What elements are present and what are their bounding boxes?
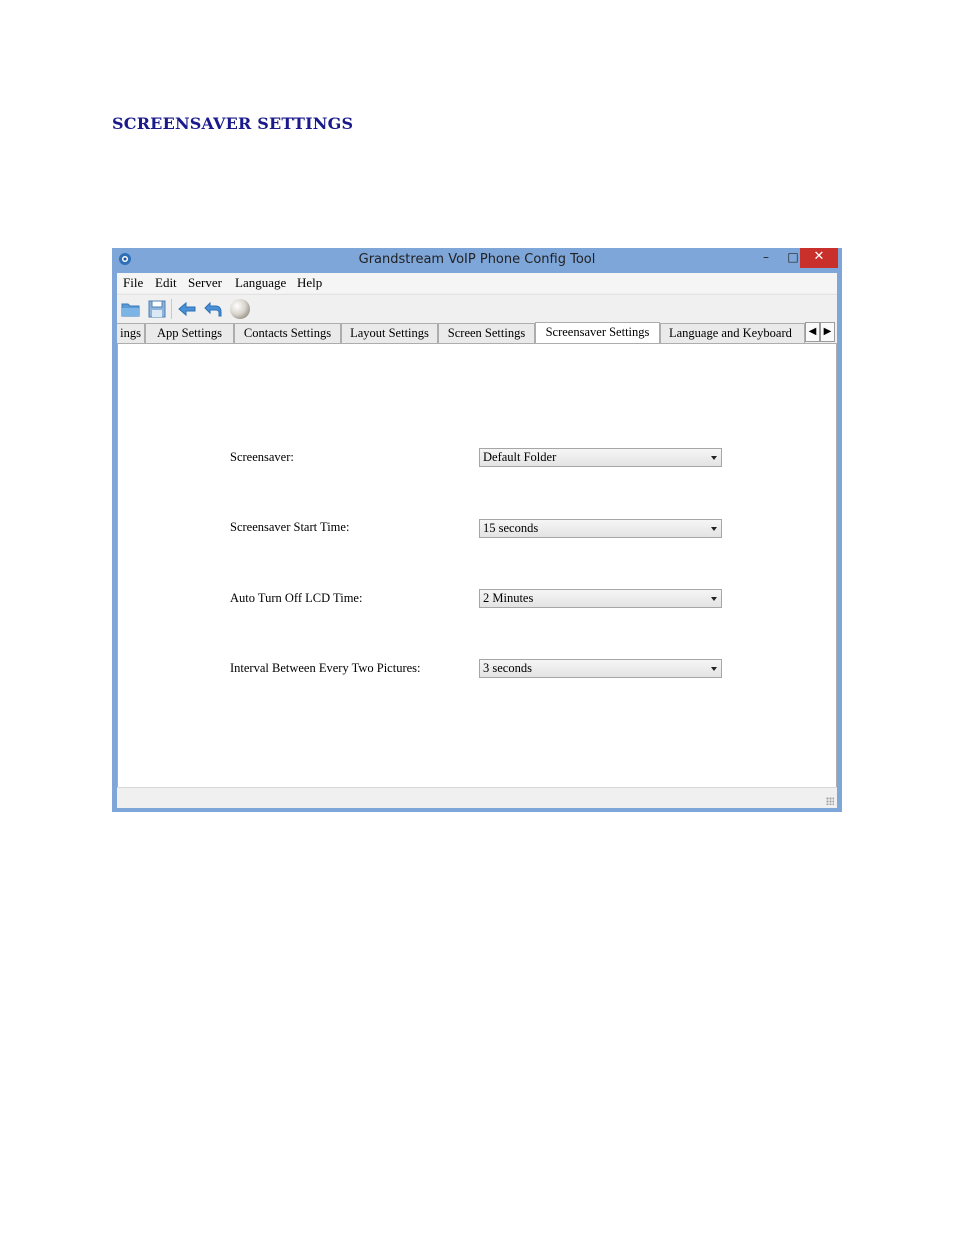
chevron-down-icon [711, 527, 717, 531]
document-heading: SCREENSAVER SETTINGS [112, 114, 354, 133]
menu-server[interactable]: Server [188, 275, 222, 291]
close-button[interactable]: ✕ [800, 248, 838, 268]
menu-file[interactable]: File [123, 275, 143, 291]
tab-partial[interactable]: ings [117, 323, 145, 343]
screensaver-start-time-value: 15 seconds [483, 521, 539, 535]
tab-contacts-settings[interactable]: Contacts Settings [234, 323, 341, 343]
auto-turn-off-lcd-time-label: Auto Turn Off LCD Time: [230, 591, 363, 605]
screensaver-start-time-label: Screensaver Start Time: [230, 520, 350, 534]
menu-help[interactable]: Help [297, 275, 322, 291]
auto-turn-off-lcd-time-select[interactable]: 2 Minutes [479, 589, 722, 608]
window-title: Grandstream VoIP Phone Config Tool [358, 252, 596, 267]
tab-language-and-keyboard[interactable]: Language and Keyboard [660, 323, 805, 343]
chevron-down-icon [711, 667, 717, 671]
tab-layout-settings[interactable]: Layout Settings [341, 323, 438, 343]
chevron-down-icon [711, 597, 717, 601]
toolbar-separator [171, 299, 172, 319]
screensaver-select[interactable]: Default Folder [479, 448, 722, 467]
interval-between-pictures-select[interactable]: 3 seconds [479, 659, 722, 678]
tab-screen-settings[interactable]: Screen Settings [438, 323, 535, 343]
interval-between-pictures-value: 3 seconds [483, 661, 532, 675]
toolbar [117, 294, 837, 322]
resize-grip-icon[interactable] [826, 797, 834, 805]
tab-strip: ings App Settings Contacts Settings Layo… [117, 322, 837, 343]
menu-language[interactable]: Language [235, 275, 286, 291]
window-client-area: File Edit Server Language Help ings App … [117, 273, 837, 808]
chevron-down-icon [711, 456, 717, 460]
back-arrow-icon[interactable] [176, 298, 198, 320]
screensaver-label: Screensaver: [230, 450, 294, 464]
tab-screensaver-settings[interactable]: Screensaver Settings [535, 322, 660, 343]
title-bar[interactable]: Grandstream VoIP Phone Config Tool – □ ✕ [112, 248, 842, 272]
status-bar [117, 787, 837, 808]
screensaver-settings-panel: Screensaver: Default Folder Screensaver … [117, 343, 837, 788]
auto-turn-off-lcd-time-value: 2 Minutes [483, 591, 534, 605]
sphere-icon[interactable] [229, 298, 251, 320]
tab-scroll-left-button[interactable]: ◀ [805, 322, 820, 342]
open-folder-icon[interactable] [120, 298, 142, 320]
interval-between-pictures-label: Interval Between Every Two Pictures: [230, 661, 421, 675]
undo-icon[interactable] [202, 298, 224, 320]
menu-bar: File Edit Server Language Help [117, 273, 837, 293]
tab-app-settings[interactable]: App Settings [145, 323, 234, 343]
app-window: Grandstream VoIP Phone Config Tool – □ ✕… [112, 248, 842, 812]
screensaver-value: Default Folder [483, 450, 557, 464]
tab-scroll-right-button[interactable]: ▶ [820, 322, 835, 342]
save-icon[interactable] [146, 298, 168, 320]
minimize-button[interactable]: – [752, 248, 780, 268]
screensaver-start-time-select[interactable]: 15 seconds [479, 519, 722, 538]
menu-edit[interactable]: Edit [155, 275, 177, 291]
